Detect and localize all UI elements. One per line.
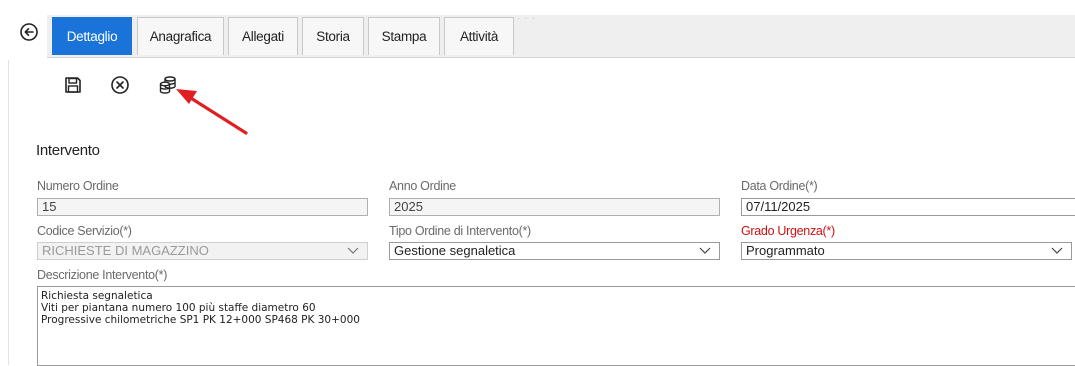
tipo-ordine-label: Tipo Ordine di Intervento(*) xyxy=(389,224,531,238)
tab-stampa[interactable]: Stampa xyxy=(368,17,440,55)
descrizione-line: Richiesta segnaletica xyxy=(41,290,153,302)
descrizione-label: Descrizione Intervento(*) xyxy=(37,268,168,282)
codice-servizio-select[interactable]: RICHIESTE DI MAGAZZINO xyxy=(37,242,368,260)
chevron-down-icon xyxy=(347,247,359,254)
tipo-ordine-value: Gestione segnaletica xyxy=(394,243,516,258)
anno-ordine-field[interactable]: 2025 xyxy=(389,198,720,216)
grado-urgenza-label: Grado Urgenza(*) xyxy=(741,224,835,238)
data-ordine-field[interactable]: 07/11/2025 xyxy=(741,198,1075,216)
grado-urgenza-value: Programmato xyxy=(746,243,825,258)
descrizione-line: Progressive chilometriche SP1 PK 12+000 … xyxy=(41,314,360,326)
tab-allegati[interactable]: Allegati xyxy=(228,17,298,55)
data-ordine-label: Data Ordine(*) xyxy=(741,179,818,193)
cancel-icon[interactable] xyxy=(110,75,130,95)
codice-servizio-label: Codice Servizio(*) xyxy=(37,224,132,238)
tab-attivita[interactable]: Attività xyxy=(444,17,514,55)
section-title: Intervento xyxy=(36,142,100,159)
tipo-ordine-select[interactable]: Gestione segnaletica xyxy=(389,242,720,260)
back-icon[interactable] xyxy=(19,22,39,42)
grado-urgenza-select[interactable]: Programmato xyxy=(741,242,1072,260)
anno-ordine-label: Anno Ordine xyxy=(389,179,456,193)
tab-overflow-dots: · · · xyxy=(517,13,536,23)
tab-dettaglio[interactable]: Dettaglio xyxy=(52,17,132,55)
tab-anagrafica[interactable]: Anagrafica xyxy=(137,17,224,55)
chevron-down-icon xyxy=(1051,247,1063,254)
database-icon[interactable] xyxy=(158,75,178,95)
descrizione-textarea[interactable]: Richiesta segnaletica Viti per piantana … xyxy=(37,286,1075,366)
codice-servizio-value: RICHIESTE DI MAGAZZINO xyxy=(42,243,209,258)
save-icon[interactable] xyxy=(63,75,83,95)
tab-storia[interactable]: Storia xyxy=(302,17,364,55)
left-divider xyxy=(8,60,9,365)
chevron-down-icon xyxy=(699,247,711,254)
descrizione-line: Viti per piantana numero 100 più staffe … xyxy=(41,302,316,314)
numero-ordine-label: Numero Ordine xyxy=(37,179,119,193)
numero-ordine-field[interactable]: 15 xyxy=(37,198,368,216)
